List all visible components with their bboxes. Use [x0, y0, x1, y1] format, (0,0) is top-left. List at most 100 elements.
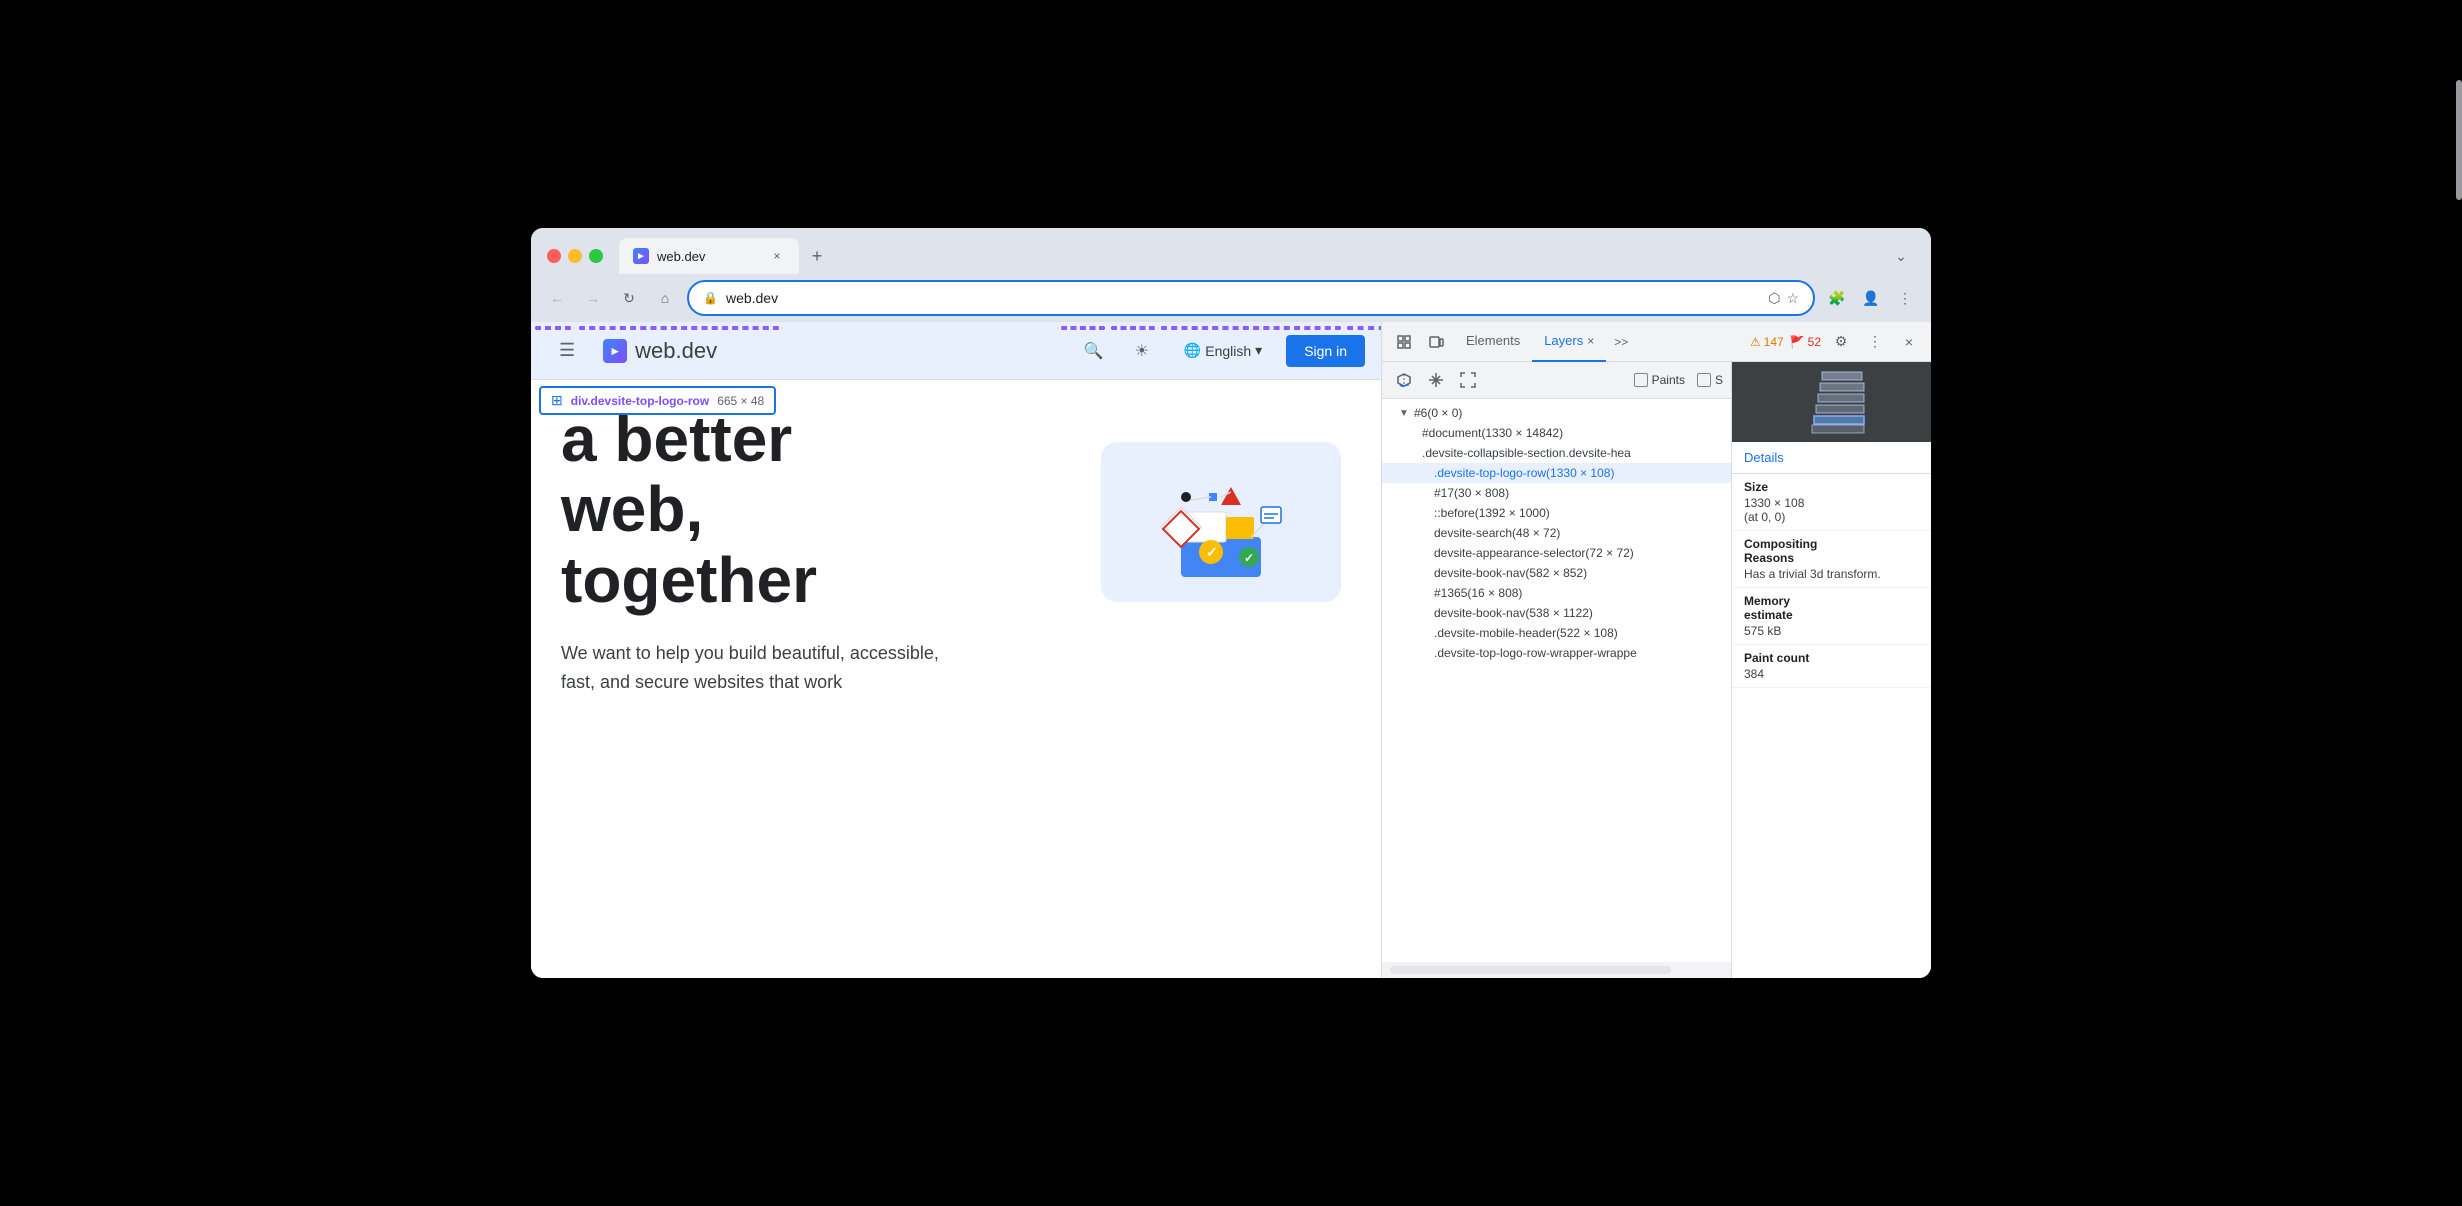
browser-window: ► web.dev × + ⌄ ← → ↻ ⌂ 🔒 web.dev ⬡	[531, 228, 1931, 978]
details-paint-count-value: 384	[1744, 667, 1919, 681]
tree-item-selected[interactable]: .devsite-top-logo-row(1330 × 108)	[1382, 463, 1731, 483]
tree-item[interactable]: devsite-book-nav(582 × 852)	[1382, 563, 1731, 583]
minimize-traffic-light[interactable]	[568, 249, 582, 263]
forward-button[interactable]: →	[579, 284, 607, 312]
back-button[interactable]: ←	[543, 284, 571, 312]
details-size-label: Size	[1744, 480, 1919, 494]
settings-button[interactable]: ⚙	[1827, 328, 1855, 356]
language-button[interactable]: 🌐 English ▾	[1172, 336, 1274, 365]
tree-item[interactable]: .devsite-top-logo-row-wrapper-wrappe	[1382, 643, 1731, 663]
sign-in-button[interactable]: Sign in	[1286, 335, 1365, 367]
menu-button[interactable]: ⋮	[1891, 284, 1919, 312]
details-header: Details	[1732, 442, 1931, 474]
maximize-traffic-light[interactable]	[589, 249, 603, 263]
tree-item-text: .devsite-mobile-header(522 × 108)	[1434, 626, 1723, 640]
warning-icon: ⚠	[1750, 335, 1761, 349]
inspector-tool[interactable]	[1390, 328, 1418, 356]
tree-item-text: .devsite-top-logo-row(1330 × 108)	[1434, 466, 1723, 480]
details-memory-row: Memoryestimate 575 kB	[1732, 588, 1931, 645]
paints-toggle[interactable]: Paints	[1634, 373, 1685, 387]
tree-item[interactable]: devsite-search(48 × 72)	[1382, 523, 1731, 543]
rotate-3d-button[interactable]	[1390, 366, 1418, 394]
tree-toggle	[1418, 527, 1430, 539]
svg-text:✓: ✓	[1244, 551, 1254, 565]
paints-checkbox[interactable]	[1634, 373, 1648, 387]
s-toggle[interactable]: S	[1697, 373, 1723, 387]
details-size-value: 1330 × 108(at 0, 0)	[1744, 496, 1919, 524]
device-toggle[interactable]	[1422, 328, 1450, 356]
close-traffic-light[interactable]	[547, 249, 561, 263]
tree-item-text: devsite-appearance-selector(72 × 72)	[1434, 546, 1723, 560]
tree-toggle	[1406, 427, 1418, 439]
tree-item-text: .devsite-collapsible-section.devsite-hea	[1422, 446, 1723, 460]
tree-item[interactable]: devsite-appearance-selector(72 × 72)	[1382, 543, 1731, 563]
tree-item[interactable]: .devsite-mobile-header(522 × 108)	[1382, 623, 1731, 643]
tree-item-text: .devsite-top-logo-row-wrapper-wrappe	[1434, 646, 1723, 660]
secure-icon: 🔒	[703, 291, 718, 305]
header-section-logo-overlay	[579, 326, 779, 330]
horizontal-scrollbar[interactable]	[1390, 966, 1671, 974]
reload-button[interactable]: ↻	[615, 284, 643, 312]
tree-item[interactable]: #document(1330 × 14842)	[1382, 423, 1731, 443]
details-paint-count-row: Paint count 384	[1732, 645, 1931, 688]
s-checkbox[interactable]	[1697, 373, 1711, 387]
tab-close-button[interactable]: ×	[769, 248, 785, 264]
tab-dropdown-button[interactable]: ⌄	[1887, 242, 1915, 270]
tree-item[interactable]: #17(30 × 808)	[1382, 483, 1731, 503]
tree-toggle[interactable]: ▼	[1398, 407, 1410, 419]
details-paint-count-label: Paint count	[1744, 651, 1919, 665]
devtools-panel: Elements Layers × >> ⚠ 147 🚩	[1381, 322, 1931, 978]
tree-toggle	[1418, 607, 1430, 619]
search-button[interactable]: 🔍	[1076, 333, 1112, 369]
tree-item-text: #document(1330 × 14842)	[1422, 426, 1723, 440]
address-actions: ⬡ ☆	[1768, 290, 1799, 307]
error-badge: 🚩 52	[1790, 335, 1821, 349]
website-header: ☰ ► web.dev 🔍 ☀ 🌐 English ▾	[531, 322, 1381, 380]
tree-item[interactable]: devsite-book-nav(538 × 1122)	[1382, 603, 1731, 623]
devtools-close-button[interactable]: ×	[1895, 328, 1923, 356]
header-section-menu-overlay	[535, 326, 571, 330]
content-area: ☰ ► web.dev 🔍 ☀ 🌐 English ▾	[531, 322, 1931, 978]
title-bar: ► web.dev × + ⌄	[531, 228, 1931, 274]
warning-badge: ⚠ 147	[1750, 335, 1784, 349]
tree-toggle	[1418, 467, 1430, 479]
tree-item-text: #6(0 × 0)	[1414, 406, 1723, 420]
tab-layers[interactable]: Layers ×	[1532, 322, 1606, 362]
devtools-more-button[interactable]: ⋮	[1861, 328, 1889, 356]
address-bar[interactable]: 🔒 web.dev ⬡ ☆	[687, 280, 1815, 316]
tree-item[interactable]: #1365(16 × 808)	[1382, 583, 1731, 603]
tree-toggle	[1418, 647, 1430, 659]
tree-toggle	[1418, 507, 1430, 519]
new-tab-button[interactable]: +	[803, 242, 831, 270]
svg-text:✓: ✓	[1206, 544, 1218, 560]
bookmark-icon[interactable]: ☆	[1786, 290, 1799, 307]
tab-elements[interactable]: Elements	[1454, 322, 1532, 362]
toolbar-buttons: 🧩 👤 ⋮	[1823, 284, 1919, 312]
more-tabs-button[interactable]: >>	[1606, 335, 1636, 349]
tree-item[interactable]: ::before(1392 × 1000)	[1382, 503, 1731, 523]
hamburger-menu[interactable]: ☰	[547, 340, 587, 361]
layers-tab-close[interactable]: ×	[1587, 334, 1594, 348]
tree-item-text: devsite-search(48 × 72)	[1434, 526, 1723, 540]
url-text: web.dev	[726, 290, 1760, 306]
active-tab[interactable]: ► web.dev ×	[619, 238, 799, 274]
error-flag-icon: 🚩	[1790, 335, 1805, 349]
theme-toggle-button[interactable]: ☀	[1124, 333, 1160, 369]
tree-item[interactable]: ▼ #6(0 × 0)	[1382, 403, 1731, 423]
tree-toggle	[1406, 447, 1418, 459]
header-section-search-overlay	[1061, 326, 1105, 330]
site-logo-text: web.dev	[635, 338, 717, 364]
tree-item[interactable]: .devsite-collapsible-section.devsite-hea	[1382, 443, 1731, 463]
webpage-content: ☰ ► web.dev 🔍 ☀ 🌐 English ▾	[531, 322, 1381, 978]
profile-button[interactable]: 👤	[1857, 284, 1885, 312]
extensions-button[interactable]: 🧩	[1823, 284, 1851, 312]
layers-subtoolbar: Paints S	[1382, 362, 1731, 399]
pan-button[interactable]	[1422, 366, 1450, 394]
header-section-theme-overlay	[1111, 326, 1155, 330]
tab-favicon: ►	[633, 248, 649, 264]
open-new-tab-icon[interactable]: ⬡	[1768, 290, 1780, 307]
home-button[interactable]: ⌂	[651, 284, 679, 312]
site-logo[interactable]: ► web.dev	[603, 338, 717, 364]
fit-to-view-button[interactable]	[1454, 366, 1482, 394]
tree-toggle	[1418, 547, 1430, 559]
